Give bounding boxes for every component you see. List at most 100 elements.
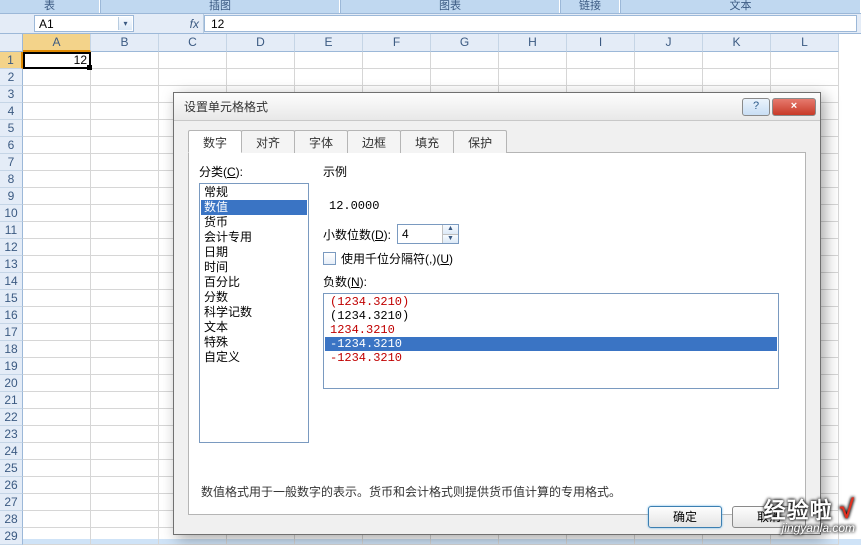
row-header[interactable]: 17: [0, 324, 23, 341]
dialog-titlebar[interactable]: 设置单元格格式 ? ×: [174, 93, 820, 121]
fx-label[interactable]: fx: [134, 14, 204, 33]
category-item[interactable]: 常规: [201, 185, 307, 200]
cell[interactable]: [91, 86, 159, 103]
row-header[interactable]: 18: [0, 341, 23, 358]
cell[interactable]: [23, 137, 91, 154]
category-item[interactable]: 自定义: [201, 350, 307, 365]
cell[interactable]: [23, 341, 91, 358]
cell[interactable]: [91, 324, 159, 341]
row-header[interactable]: 4: [0, 103, 23, 120]
category-item[interactable]: 文本: [201, 320, 307, 335]
cell[interactable]: [91, 52, 159, 69]
cell[interactable]: [23, 358, 91, 375]
cell[interactable]: [23, 273, 91, 290]
row-header[interactable]: 29: [0, 528, 23, 545]
name-box[interactable]: A1 ▾: [34, 15, 134, 32]
row-header[interactable]: 1: [0, 52, 23, 69]
cell[interactable]: [227, 52, 295, 69]
negative-format-item[interactable]: (1234.3210): [325, 309, 777, 323]
cell[interactable]: [703, 69, 771, 86]
cell[interactable]: [91, 256, 159, 273]
cell[interactable]: [567, 69, 635, 86]
row-header[interactable]: 28: [0, 511, 23, 528]
cell[interactable]: 12: [23, 52, 91, 69]
cell[interactable]: [23, 205, 91, 222]
spinner-down-icon[interactable]: ▼: [443, 235, 458, 244]
cell[interactable]: [91, 511, 159, 528]
cell[interactable]: [159, 69, 227, 86]
cell[interactable]: [91, 426, 159, 443]
cell[interactable]: [91, 341, 159, 358]
category-item[interactable]: 百分比: [201, 275, 307, 290]
column-header[interactable]: C: [159, 34, 227, 52]
row-header[interactable]: 11: [0, 222, 23, 239]
negative-format-item[interactable]: -1234.3210: [325, 351, 777, 365]
cell[interactable]: [295, 69, 363, 86]
ok-button[interactable]: 确定: [648, 506, 722, 528]
cell[interactable]: [91, 222, 159, 239]
cell[interactable]: [23, 392, 91, 409]
cell[interactable]: [23, 528, 91, 545]
dialog-help-button[interactable]: ?: [742, 98, 770, 116]
row-header[interactable]: 22: [0, 409, 23, 426]
cell[interactable]: [91, 239, 159, 256]
cell[interactable]: [23, 171, 91, 188]
cell[interactable]: [91, 460, 159, 477]
cell[interactable]: [23, 375, 91, 392]
cell[interactable]: [23, 460, 91, 477]
column-header[interactable]: L: [771, 34, 839, 52]
cell[interactable]: [91, 307, 159, 324]
row-header[interactable]: 8: [0, 171, 23, 188]
column-header[interactable]: K: [703, 34, 771, 52]
cell[interactable]: [91, 392, 159, 409]
row-header[interactable]: 21: [0, 392, 23, 409]
dialog-tab[interactable]: 边框: [347, 130, 401, 153]
column-header[interactable]: F: [363, 34, 431, 52]
cell[interactable]: [23, 103, 91, 120]
select-all-corner[interactable]: [0, 34, 23, 52]
dialog-tab[interactable]: 填充: [400, 130, 454, 153]
row-header[interactable]: 6: [0, 137, 23, 154]
row-header[interactable]: 2: [0, 69, 23, 86]
category-item[interactable]: 货币: [201, 215, 307, 230]
name-box-dropdown-icon[interactable]: ▾: [118, 17, 132, 30]
dialog-tab[interactable]: 保护: [453, 130, 507, 153]
cell[interactable]: [363, 52, 431, 69]
cell[interactable]: [23, 443, 91, 460]
cell[interactable]: [499, 52, 567, 69]
row-header[interactable]: 15: [0, 290, 23, 307]
cell[interactable]: [23, 290, 91, 307]
negative-format-item[interactable]: 1234.3210: [325, 323, 777, 337]
column-header[interactable]: D: [227, 34, 295, 52]
cell[interactable]: [499, 69, 567, 86]
category-item[interactable]: 科学记数: [201, 305, 307, 320]
row-header[interactable]: 19: [0, 358, 23, 375]
cell[interactable]: [635, 69, 703, 86]
cell[interactable]: [771, 52, 839, 69]
row-header[interactable]: 27: [0, 494, 23, 511]
cell[interactable]: [431, 69, 499, 86]
spinner-up-icon[interactable]: ▲: [443, 225, 458, 235]
cell[interactable]: [91, 137, 159, 154]
cell[interactable]: [227, 69, 295, 86]
formula-bar-input[interactable]: 12: [204, 15, 857, 32]
cell[interactable]: [23, 409, 91, 426]
category-item[interactable]: 时间: [201, 260, 307, 275]
row-header[interactable]: 10: [0, 205, 23, 222]
cell[interactable]: [23, 239, 91, 256]
row-header[interactable]: 24: [0, 443, 23, 460]
cell[interactable]: [23, 494, 91, 511]
column-header[interactable]: I: [567, 34, 635, 52]
cell[interactable]: [91, 358, 159, 375]
row-header[interactable]: 9: [0, 188, 23, 205]
cell[interactable]: [91, 205, 159, 222]
row-header[interactable]: 25: [0, 460, 23, 477]
cell[interactable]: [23, 426, 91, 443]
column-header[interactable]: H: [499, 34, 567, 52]
column-header[interactable]: J: [635, 34, 703, 52]
negatives-listbox[interactable]: (1234.3210)(1234.3210)1234.3210-1234.321…: [323, 293, 779, 389]
negative-format-item[interactable]: (1234.3210): [325, 295, 777, 309]
cell[interactable]: [23, 86, 91, 103]
cell[interactable]: [91, 443, 159, 460]
cell[interactable]: [23, 188, 91, 205]
